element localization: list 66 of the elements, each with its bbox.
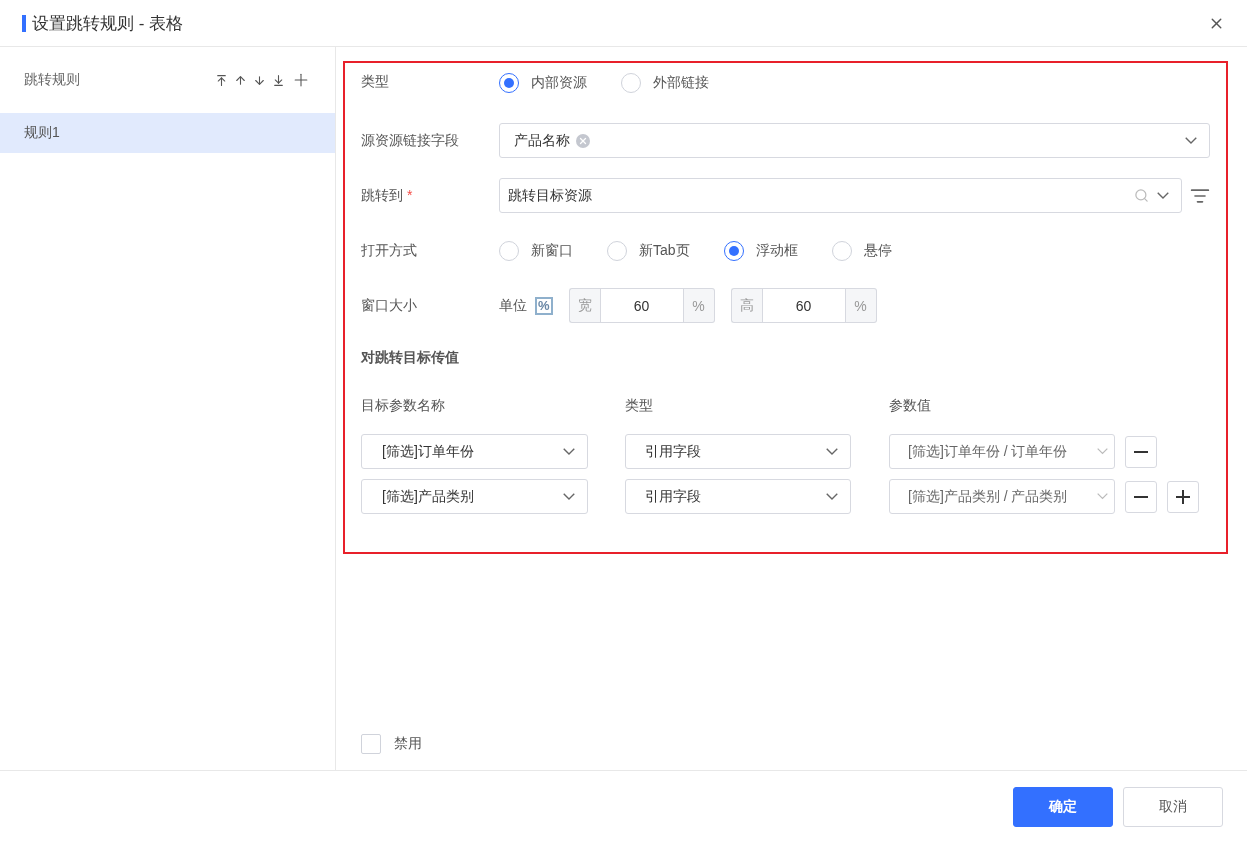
- field-label: 类型: [361, 73, 390, 91]
- radio-option[interactable]: 新Tab页: [607, 240, 690, 261]
- move-to-bottom-icon[interactable]: [272, 73, 285, 87]
- radio-label: 外部链接: [653, 74, 709, 92]
- field-label: 窗口大小: [361, 296, 418, 315]
- column-header: 类型: [625, 396, 654, 415]
- chevron-down-icon: [826, 448, 838, 455]
- size-input[interactable]: 60: [761, 288, 846, 323]
- move-down-icon[interactable]: [253, 73, 266, 87]
- section-title: 对跳转目标传值: [361, 348, 460, 367]
- chevron-down-icon: [563, 493, 575, 500]
- checkbox[interactable]: [361, 734, 381, 754]
- minus-icon: [1134, 450, 1148, 453]
- unit-label: 单位: [499, 296, 527, 315]
- rule-item[interactable]: 规则1: [0, 113, 335, 153]
- chevron-down-icon: [1157, 192, 1169, 199]
- field-label: 源资源链接字段: [361, 131, 460, 150]
- field-label: 跳转到 *: [361, 186, 414, 205]
- cancel-button[interactable]: 取消: [1123, 786, 1223, 827]
- remove-row-button[interactable]: [1125, 435, 1157, 468]
- chevron-down-icon: [826, 493, 838, 500]
- radio-option[interactable]: 新窗口: [499, 240, 573, 261]
- radio-label: 浮动框: [755, 241, 798, 260]
- input-suffix: %: [845, 288, 877, 323]
- chevron-down-icon: [1097, 448, 1108, 455]
- chevron-down-icon: [1097, 493, 1108, 500]
- radio-option[interactable]: 内部资源: [499, 73, 587, 93]
- title-accent-bar: [22, 14, 26, 32]
- sidebar-title: 跳转规则: [24, 71, 80, 89]
- param-type-select[interactable]: 引用字段: [625, 479, 851, 514]
- radio-label: 内部资源: [531, 74, 587, 92]
- minus-icon: [1134, 495, 1148, 498]
- param-name-select[interactable]: [筛选]产品类别: [361, 479, 588, 514]
- radio-option[interactable]: 浮动框: [723, 240, 798, 261]
- field-label: 打开方式: [361, 241, 418, 260]
- move-to-top-icon[interactable]: [215, 73, 228, 87]
- param-value-select[interactable]: [筛选]订单年份 / 订单年份: [889, 434, 1115, 469]
- move-up-icon[interactable]: [234, 73, 247, 87]
- target-select[interactable]: 跳转目标资源: [499, 178, 1182, 213]
- param-value-select[interactable]: [筛选]产品类别 / 产品类别: [889, 479, 1115, 514]
- radio-label: 悬停: [863, 241, 892, 260]
- dialog-title: 设置跳转规则 - 表格: [32, 12, 184, 35]
- radio-label: 新窗口: [531, 241, 573, 260]
- source-field-select[interactable]: 产品名称: [499, 123, 1210, 158]
- plus-icon: [1176, 489, 1190, 504]
- input-prefix: 高: [730, 288, 762, 323]
- radio-option[interactable]: 悬停: [831, 240, 892, 261]
- column-header: 目标参数名称: [361, 396, 446, 415]
- tag-label: 产品名称: [514, 131, 570, 150]
- input-suffix: %: [683, 288, 715, 323]
- chevron-down-icon: [1185, 137, 1197, 144]
- radio-label: 新Tab页: [639, 241, 690, 260]
- column-header: 参数值: [889, 396, 932, 415]
- param-type-select[interactable]: 引用字段: [625, 434, 851, 469]
- checkbox-label: 禁用: [394, 735, 422, 753]
- param-name-select[interactable]: [筛选]订单年份: [361, 434, 588, 469]
- input-prefix: 宽: [568, 288, 600, 323]
- size-input[interactable]: 60: [599, 288, 684, 323]
- confirm-button[interactable]: 确定: [1013, 786, 1113, 827]
- remove-row-button[interactable]: [1125, 480, 1157, 513]
- search-icon: [1134, 188, 1149, 203]
- add-row-button[interactable]: [1167, 480, 1199, 513]
- chevron-down-icon: [563, 448, 575, 455]
- radio-option[interactable]: 外部链接: [621, 73, 709, 93]
- disable-option[interactable]: 禁用: [343, 734, 1228, 754]
- percent-unit-icon[interactable]: %: [535, 296, 553, 315]
